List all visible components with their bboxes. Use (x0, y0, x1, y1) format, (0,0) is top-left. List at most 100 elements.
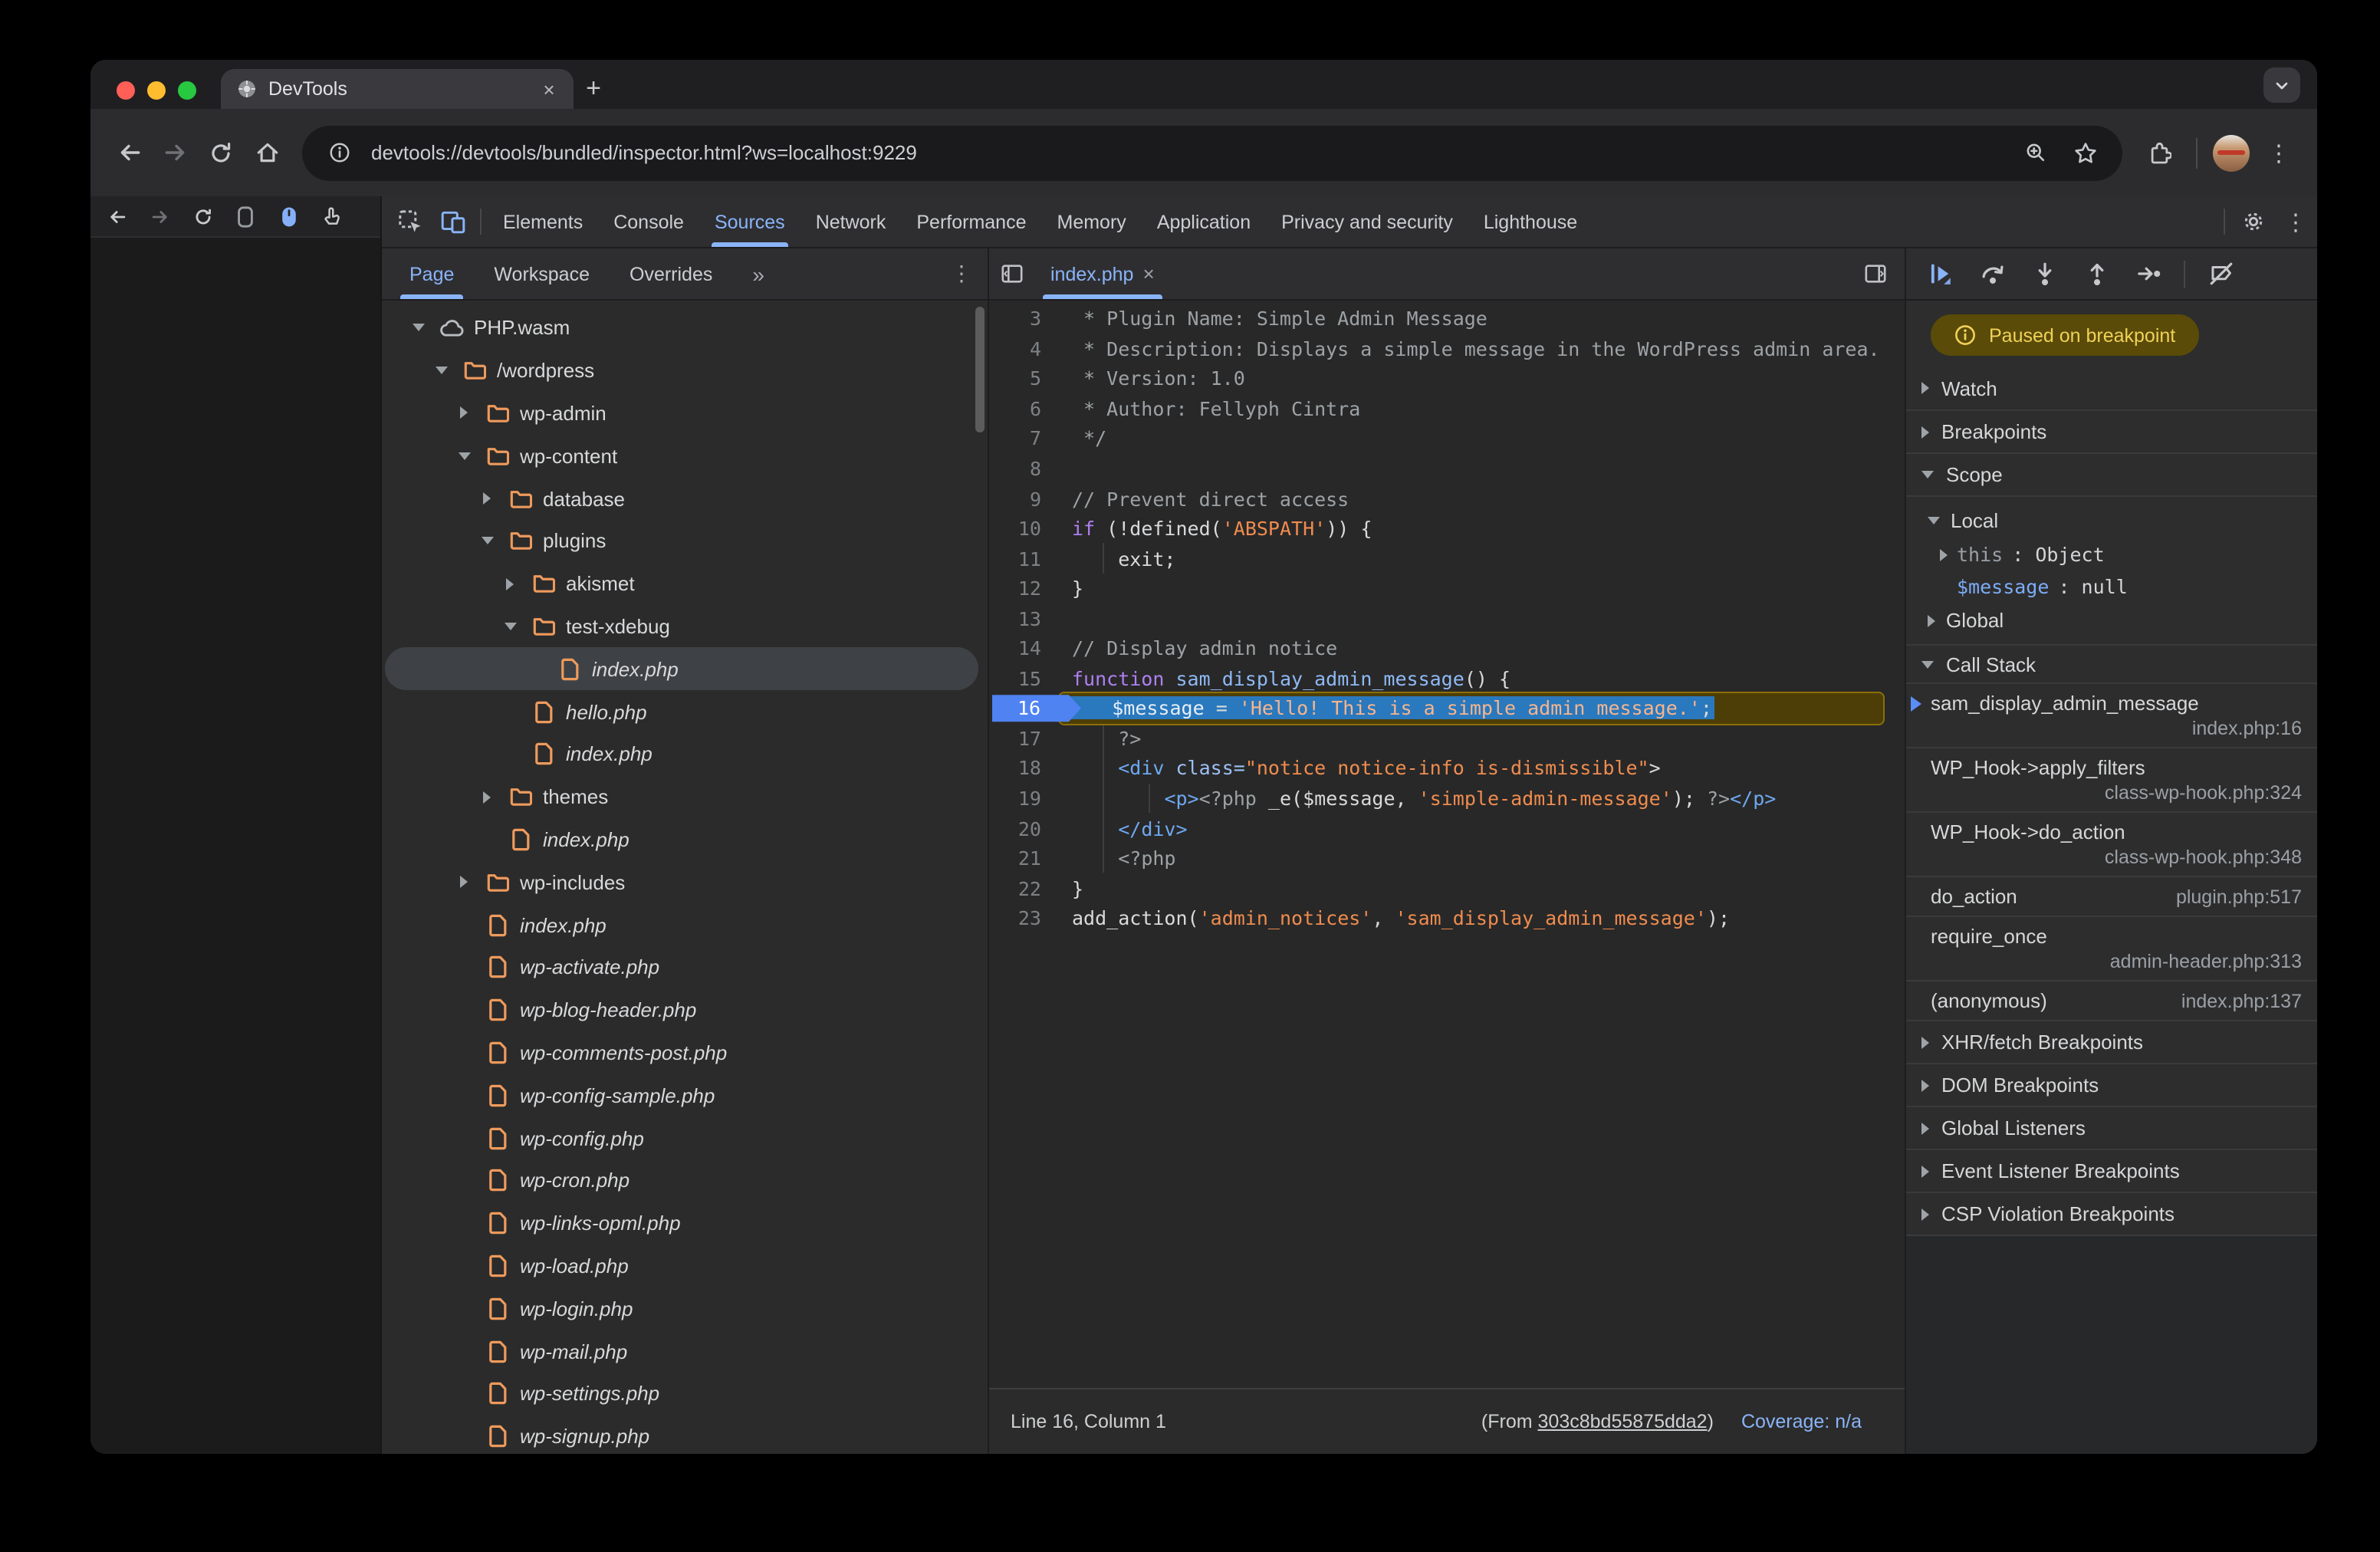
scope-this-row[interactable]: this: Object (1906, 538, 2317, 570)
code-line-8[interactable]: 8 (989, 453, 1905, 483)
tree-item-plugins[interactable]: plugins (382, 520, 988, 563)
code-line-7[interactable]: 7 */ (989, 423, 1905, 453)
scope-message-row[interactable]: $message: null (1906, 570, 2317, 603)
browser-menu-icon[interactable]: ⋮ (2256, 130, 2302, 176)
tree-caret-icon[interactable] (452, 452, 475, 460)
section-csp-violation-breakpoints[interactable]: CSP Violation Breakpoints (1906, 1192, 2317, 1235)
device-frame-icon[interactable] (228, 201, 262, 232)
tree-item-wp-blog-header.php[interactable]: wp-blog-header.php (382, 989, 988, 1032)
deactivate-breakpoints-icon[interactable] (2199, 252, 2242, 295)
scope-global-row[interactable]: Global (1906, 603, 2317, 638)
touch-icon[interactable] (314, 201, 348, 232)
devtools-tab-privacy-and-security[interactable]: Privacy and security (1266, 196, 1468, 247)
tree-item--wordpress[interactable]: /wordpress (382, 350, 988, 393)
code-line-11[interactable]: 11 exit; (989, 544, 1905, 574)
tree-item-wp-login.php[interactable]: wp-login.php (382, 1287, 988, 1330)
devtools-tab-console[interactable]: Console (598, 196, 699, 247)
code-line-20[interactable]: 20 </div> (989, 814, 1905, 843)
scope-local-row[interactable]: Local (1906, 501, 2317, 538)
open-in-panel-icon[interactable] (1852, 248, 1898, 299)
devtools-tab-elements[interactable]: Elements (488, 196, 598, 247)
tree-item-test-xdebug[interactable]: test-xdebug (382, 605, 988, 648)
pg-back-icon[interactable] (100, 201, 133, 232)
zoom-window-button[interactable] (178, 81, 196, 100)
code-line-12[interactable]: 12} (989, 574, 1905, 603)
devtools-settings-gear-icon[interactable] (2231, 196, 2274, 247)
pg-forward-icon[interactable] (143, 201, 176, 232)
more-tabs-icon[interactable]: » (752, 261, 764, 286)
step-into-icon[interactable] (2023, 252, 2066, 295)
nav-tab-workspace[interactable]: Workspace (494, 248, 590, 299)
bookmark-star-icon[interactable] (2067, 134, 2104, 171)
profile-avatar[interactable] (2213, 134, 2250, 171)
tree-item-wp-config.php[interactable]: wp-config.php (382, 1116, 988, 1159)
section-scope[interactable]: Scope (1906, 452, 2317, 495)
tree-caret-icon[interactable] (475, 538, 498, 545)
resume-script-icon[interactable] (1918, 252, 1961, 295)
devtools-tab-performance[interactable]: Performance (901, 196, 1041, 247)
tree-item-index.php[interactable]: index.php (382, 818, 988, 861)
tree-item-index.php[interactable]: index.php (382, 733, 988, 776)
extensions-icon[interactable] (2135, 130, 2181, 176)
code-line-16[interactable]: 16 $message = 'Hello! This is a simple a… (989, 693, 1905, 723)
nav-tab-page[interactable]: Page (409, 248, 454, 299)
tree-item-wp-signup.php[interactable]: wp-signup.php (382, 1415, 988, 1454)
tree-caret-icon[interactable] (429, 367, 452, 374)
tree-item-wp-admin[interactable]: wp-admin (382, 392, 988, 435)
section-xhr-fetch-breakpoints[interactable]: XHR/fetch Breakpoints (1906, 1020, 2317, 1063)
reload-icon[interactable] (198, 130, 244, 176)
call-stack-frame[interactable]: WP_Hook->apply_filtersclass-wp-hook.php:… (1906, 747, 2317, 811)
call-stack-frame[interactable]: require_onceadmin-header.php:313 (1906, 916, 2317, 980)
call-stack-frame[interactable]: sam_display_admin_messageindex.php:16 (1906, 682, 2317, 747)
editor-tab-indexphp[interactable]: index.php × (1035, 248, 1170, 299)
code-line-22[interactable]: 22} (989, 873, 1905, 903)
tree-item-wp-cron.php[interactable]: wp-cron.php (382, 1159, 988, 1202)
code-line-14[interactable]: 14// Display admin notice (989, 633, 1905, 663)
code-line-18[interactable]: 18 <div class="notice notice-info is-dis… (989, 753, 1905, 783)
nav-tab-overrides[interactable]: Overrides (630, 248, 712, 299)
source-origin-link[interactable]: (From 303c8bd55875dda2) (1481, 1411, 1714, 1432)
code-line-17[interactable]: 17 ?> (989, 723, 1905, 753)
tree-item-wp-includes[interactable]: wp-includes (382, 861, 988, 904)
tree-item-wp-mail.php[interactable]: wp-mail.php (382, 1330, 988, 1373)
tree-item-akismet[interactable]: akismet (382, 563, 988, 606)
back-icon[interactable] (106, 130, 152, 176)
call-stack-frame[interactable]: WP_Hook->do_actionclass-wp-hook.php:348 (1906, 811, 2317, 876)
devtools-tab-network[interactable]: Network (800, 196, 902, 247)
site-info-icon[interactable] (321, 134, 357, 171)
code-line-3[interactable]: 3 * Plugin Name: Simple Admin Message (989, 304, 1905, 334)
coverage-link[interactable]: Coverage: n/a (1741, 1411, 1862, 1432)
call-stack-frame[interactable]: do_actionplugin.php:517 (1906, 876, 2317, 916)
tree-item-themes[interactable]: themes (382, 776, 988, 819)
tree-item-wp-activate.php[interactable]: wp-activate.php (382, 946, 988, 989)
home-icon[interactable] (244, 130, 290, 176)
devtools-tab-lighthouse[interactable]: Lighthouse (1468, 196, 1593, 247)
devtools-tab-sources[interactable]: Sources (699, 196, 800, 247)
code-line-6[interactable]: 6 * Author: Fellyph Cintra (989, 393, 1905, 423)
tree-caret-icon[interactable] (452, 407, 475, 419)
step-out-icon[interactable] (2075, 252, 2118, 295)
forward-icon[interactable] (152, 130, 198, 176)
tree-item-wp-config-sample.php[interactable]: wp-config-sample.php (382, 1074, 988, 1117)
browser-tab[interactable]: DevTools × (221, 69, 574, 109)
tree-item-wp-comments-post.php[interactable]: wp-comments-post.php (382, 1031, 988, 1074)
minimize-window-button[interactable] (147, 81, 166, 100)
tree-item-wp-settings.php[interactable]: wp-settings.php (382, 1373, 988, 1416)
code-line-13[interactable]: 13 (989, 603, 1905, 633)
pg-reload-icon[interactable] (186, 201, 219, 232)
tree-caret-icon[interactable] (406, 324, 429, 332)
device-toolbar-icon[interactable] (431, 196, 474, 247)
code-line-15[interactable]: 15function sam_display_admin_message() { (989, 663, 1905, 693)
step-over-icon[interactable] (1971, 252, 2013, 295)
navigator-menu-icon[interactable]: ⋮ (951, 261, 972, 286)
tree-item-php.wasm[interactable]: PHP.wasm (382, 307, 988, 350)
code-line-19[interactable]: 19 <p><?php _e($message, 'simple-admin-m… (989, 784, 1905, 814)
code-line-5[interactable]: 5 * Version: 1.0 (989, 363, 1905, 393)
tree-caret-icon[interactable] (475, 791, 498, 803)
code-line-4[interactable]: 4 * Description: Displays a simple messa… (989, 334, 1905, 363)
mouse-icon[interactable] (271, 201, 305, 232)
editor-tab-close-icon[interactable]: × (1142, 262, 1154, 285)
code-line-9[interactable]: 9// Prevent direct access (989, 484, 1905, 514)
section-call-stack[interactable]: Call Stack (1906, 644, 2317, 682)
zoom-page-icon[interactable] (2017, 134, 2053, 171)
